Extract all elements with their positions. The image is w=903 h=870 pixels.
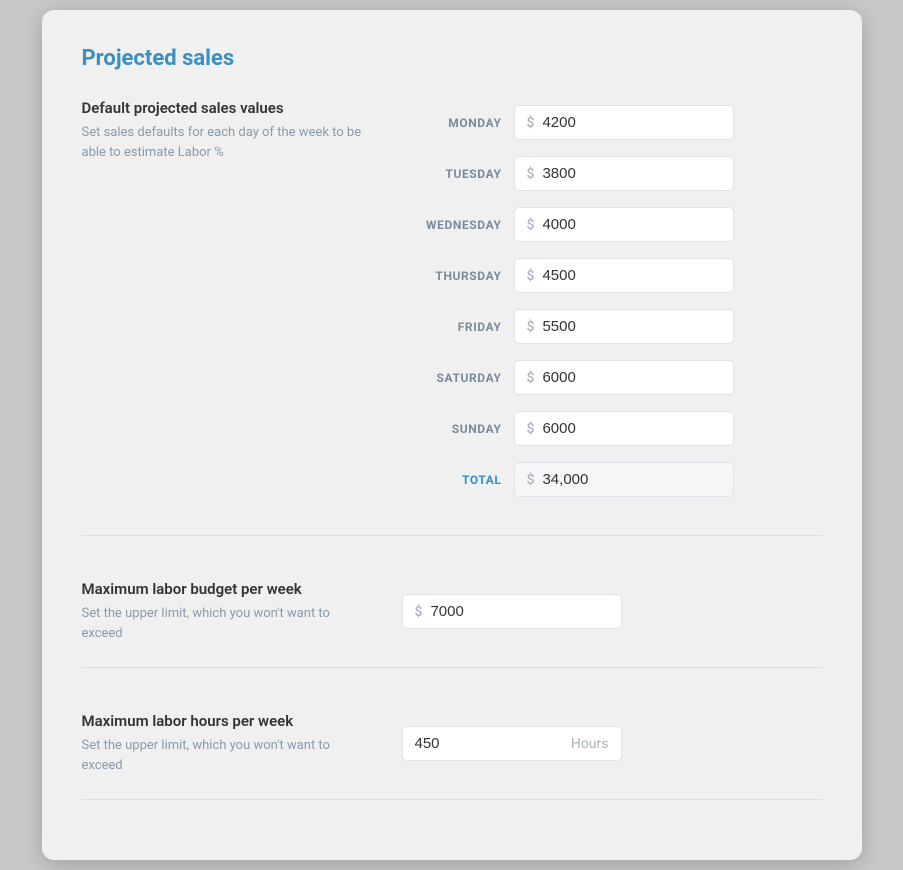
labor-hours-input-wrapper: Hours [402, 726, 622, 761]
monday-input-wrapper: $ [514, 105, 734, 140]
thursday-input[interactable] [542, 267, 720, 284]
thursday-label: THURSDAY [402, 269, 502, 283]
wednesday-currency: $ [527, 217, 535, 233]
labor-budget-section: Maximum labor budget per week Set the up… [82, 560, 822, 663]
monday-label: MONDAY [402, 116, 502, 130]
labor-hours-field: Hours [402, 726, 822, 761]
labor-budget-field: $ [402, 594, 822, 629]
friday-currency: $ [527, 319, 535, 335]
labor-budget-input-wrapper: $ [402, 594, 622, 629]
projected-sales-title: Default projected sales values [82, 99, 362, 117]
labor-hours-title: Maximum labor hours per week [82, 712, 362, 730]
thursday-input-wrapper: $ [514, 258, 734, 293]
wednesday-input-wrapper: $ [514, 207, 734, 242]
labor-budget-title: Maximum labor budget per week [82, 580, 362, 598]
sunday-input-wrapper: $ [514, 411, 734, 446]
labor-hours-section: Maximum labor hours per week Set the upp… [82, 692, 822, 795]
sunday-input[interactable] [542, 420, 720, 437]
friday-input-wrapper: $ [514, 309, 734, 344]
projected-sales-info: Default projected sales values Set sales… [82, 99, 362, 162]
friday-row: FRIDAY $ [402, 303, 822, 350]
saturday-currency: $ [527, 370, 535, 386]
wednesday-input[interactable] [542, 216, 720, 233]
labor-hours-info: Maximum labor hours per week Set the upp… [82, 712, 362, 775]
saturday-row: SATURDAY $ [402, 354, 822, 401]
friday-input[interactable] [542, 318, 720, 335]
total-input-wrapper: $ [514, 462, 734, 497]
monday-row: MONDAY $ [402, 99, 822, 146]
sunday-row: SUNDAY $ [402, 405, 822, 452]
divider-1 [82, 535, 822, 536]
total-input [542, 471, 720, 488]
total-label: TOTAL [402, 473, 502, 487]
labor-budget-currency: $ [415, 604, 423, 620]
tuesday-row: TUESDAY $ [402, 150, 822, 197]
main-card: Projected sales Default projected sales … [42, 10, 862, 860]
labor-budget-input[interactable] [430, 603, 608, 620]
projected-sales-fields: MONDAY $ TUESDAY $ WEDNESDAY $ [402, 99, 822, 503]
tuesday-currency: $ [527, 166, 535, 182]
total-currency: $ [527, 472, 535, 488]
thursday-row: THURSDAY $ [402, 252, 822, 299]
wednesday-label: WEDNESDAY [402, 218, 502, 232]
tuesday-input-wrapper: $ [514, 156, 734, 191]
projected-sales-section: Default projected sales values Set sales… [82, 99, 822, 531]
labor-hours-input[interactable] [415, 735, 475, 752]
total-row: TOTAL $ [402, 456, 822, 503]
hours-unit-label: Hours [571, 736, 609, 752]
labor-hours-desc: Set the upper limit, which you won't wan… [82, 736, 362, 775]
thursday-currency: $ [527, 268, 535, 284]
labor-budget-desc: Set the upper limit, which you won't wan… [82, 604, 362, 643]
friday-label: FRIDAY [402, 320, 502, 334]
saturday-input-wrapper: $ [514, 360, 734, 395]
projected-sales-desc: Set sales defaults for each day of the w… [82, 123, 362, 162]
divider-2 [82, 667, 822, 668]
tuesday-input[interactable] [542, 165, 720, 182]
monday-input[interactable] [542, 114, 720, 131]
labor-budget-info: Maximum labor budget per week Set the up… [82, 580, 362, 643]
divider-3 [82, 799, 822, 800]
saturday-label: SATURDAY [402, 371, 502, 385]
wednesday-row: WEDNESDAY $ [402, 201, 822, 248]
saturday-input[interactable] [542, 369, 720, 386]
page-title: Projected sales [82, 46, 822, 71]
sunday-label: SUNDAY [402, 422, 502, 436]
sunday-currency: $ [527, 421, 535, 437]
monday-currency: $ [527, 115, 535, 131]
tuesday-label: TUESDAY [402, 167, 502, 181]
